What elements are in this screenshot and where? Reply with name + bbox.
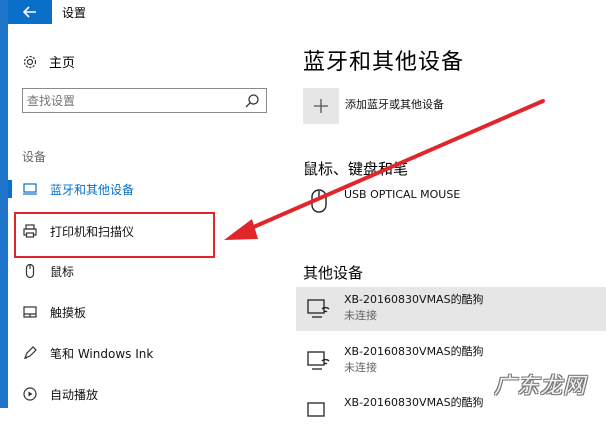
device-row-other-1[interactable]: XB-20160830VMAS的酷狗 未连接 bbox=[296, 287, 606, 331]
sidebar-item-label: 笔和 Windows Ink bbox=[50, 346, 154, 361]
page-title: 蓝牙和其他设备 bbox=[303, 50, 465, 75]
sidebar-item-autoplay[interactable]: 自动播放 bbox=[8, 377, 284, 411]
plus-icon bbox=[303, 88, 339, 124]
bluetooth-devices-icon bbox=[22, 181, 38, 197]
mouse-icon bbox=[306, 188, 332, 214]
title-bar bbox=[8, 0, 606, 24]
pen-icon bbox=[22, 345, 38, 361]
sidebar-item-pen[interactable]: 笔和 Windows Ink bbox=[8, 336, 284, 370]
back-button[interactable] bbox=[8, 0, 52, 24]
section-title-other-devices: 其他设备 bbox=[303, 264, 364, 282]
sidebar-item-label: 自动播放 bbox=[50, 387, 99, 402]
gear-icon bbox=[22, 54, 38, 70]
section-title-mouse-keyboard-pen: 鼠标、键盘和笔 bbox=[303, 160, 409, 178]
sidebar-item-touchpad[interactable]: 触摸板 bbox=[8, 295, 284, 329]
device-row-mouse[interactable]: USB OPTICAL MOUSE bbox=[296, 182, 606, 222]
search-input[interactable] bbox=[27, 92, 227, 110]
device-name: USB OPTICAL MOUSE bbox=[344, 188, 461, 201]
autoplay-icon bbox=[22, 386, 38, 402]
sidebar-item-label: 触摸板 bbox=[50, 305, 87, 320]
device-name: XB-20160830VMAS的酷狗 bbox=[344, 293, 484, 306]
annotation-highlight-box bbox=[14, 212, 215, 258]
device-status: 未连接 bbox=[344, 309, 377, 322]
search-box[interactable] bbox=[22, 88, 267, 113]
network-device-icon bbox=[306, 399, 332, 425]
back-arrow-icon bbox=[23, 6, 36, 18]
touchpad-icon bbox=[22, 304, 38, 320]
add-device-button[interactable]: 添加蓝牙或其他设备 bbox=[303, 88, 444, 124]
window-title: 设置 bbox=[62, 6, 87, 20]
mouse-icon bbox=[22, 263, 38, 279]
sidebar-item-label: 鼠标 bbox=[50, 264, 75, 279]
search-icon[interactable] bbox=[244, 93, 260, 109]
nav-home-label: 主页 bbox=[49, 56, 76, 71]
section-label-devices: 设备 bbox=[22, 150, 47, 164]
sidebar-item-bluetooth[interactable]: 蓝牙和其他设备 bbox=[8, 172, 284, 206]
device-name: XB-20160830VMAS的酷狗 bbox=[344, 345, 484, 358]
device-status: 未连接 bbox=[344, 361, 377, 374]
network-device-icon bbox=[306, 296, 332, 322]
sidebar-item-label: 蓝牙和其他设备 bbox=[50, 182, 135, 197]
network-device-icon bbox=[306, 348, 332, 374]
nav-home[interactable]: 主页 bbox=[22, 52, 75, 71]
add-device-label: 添加蓝牙或其他设备 bbox=[345, 98, 444, 111]
watermark-text: 广东龙网 bbox=[494, 374, 587, 399]
sidebar-item-mouse[interactable]: 鼠标 bbox=[8, 254, 284, 288]
window-frame-edge bbox=[0, 0, 8, 408]
